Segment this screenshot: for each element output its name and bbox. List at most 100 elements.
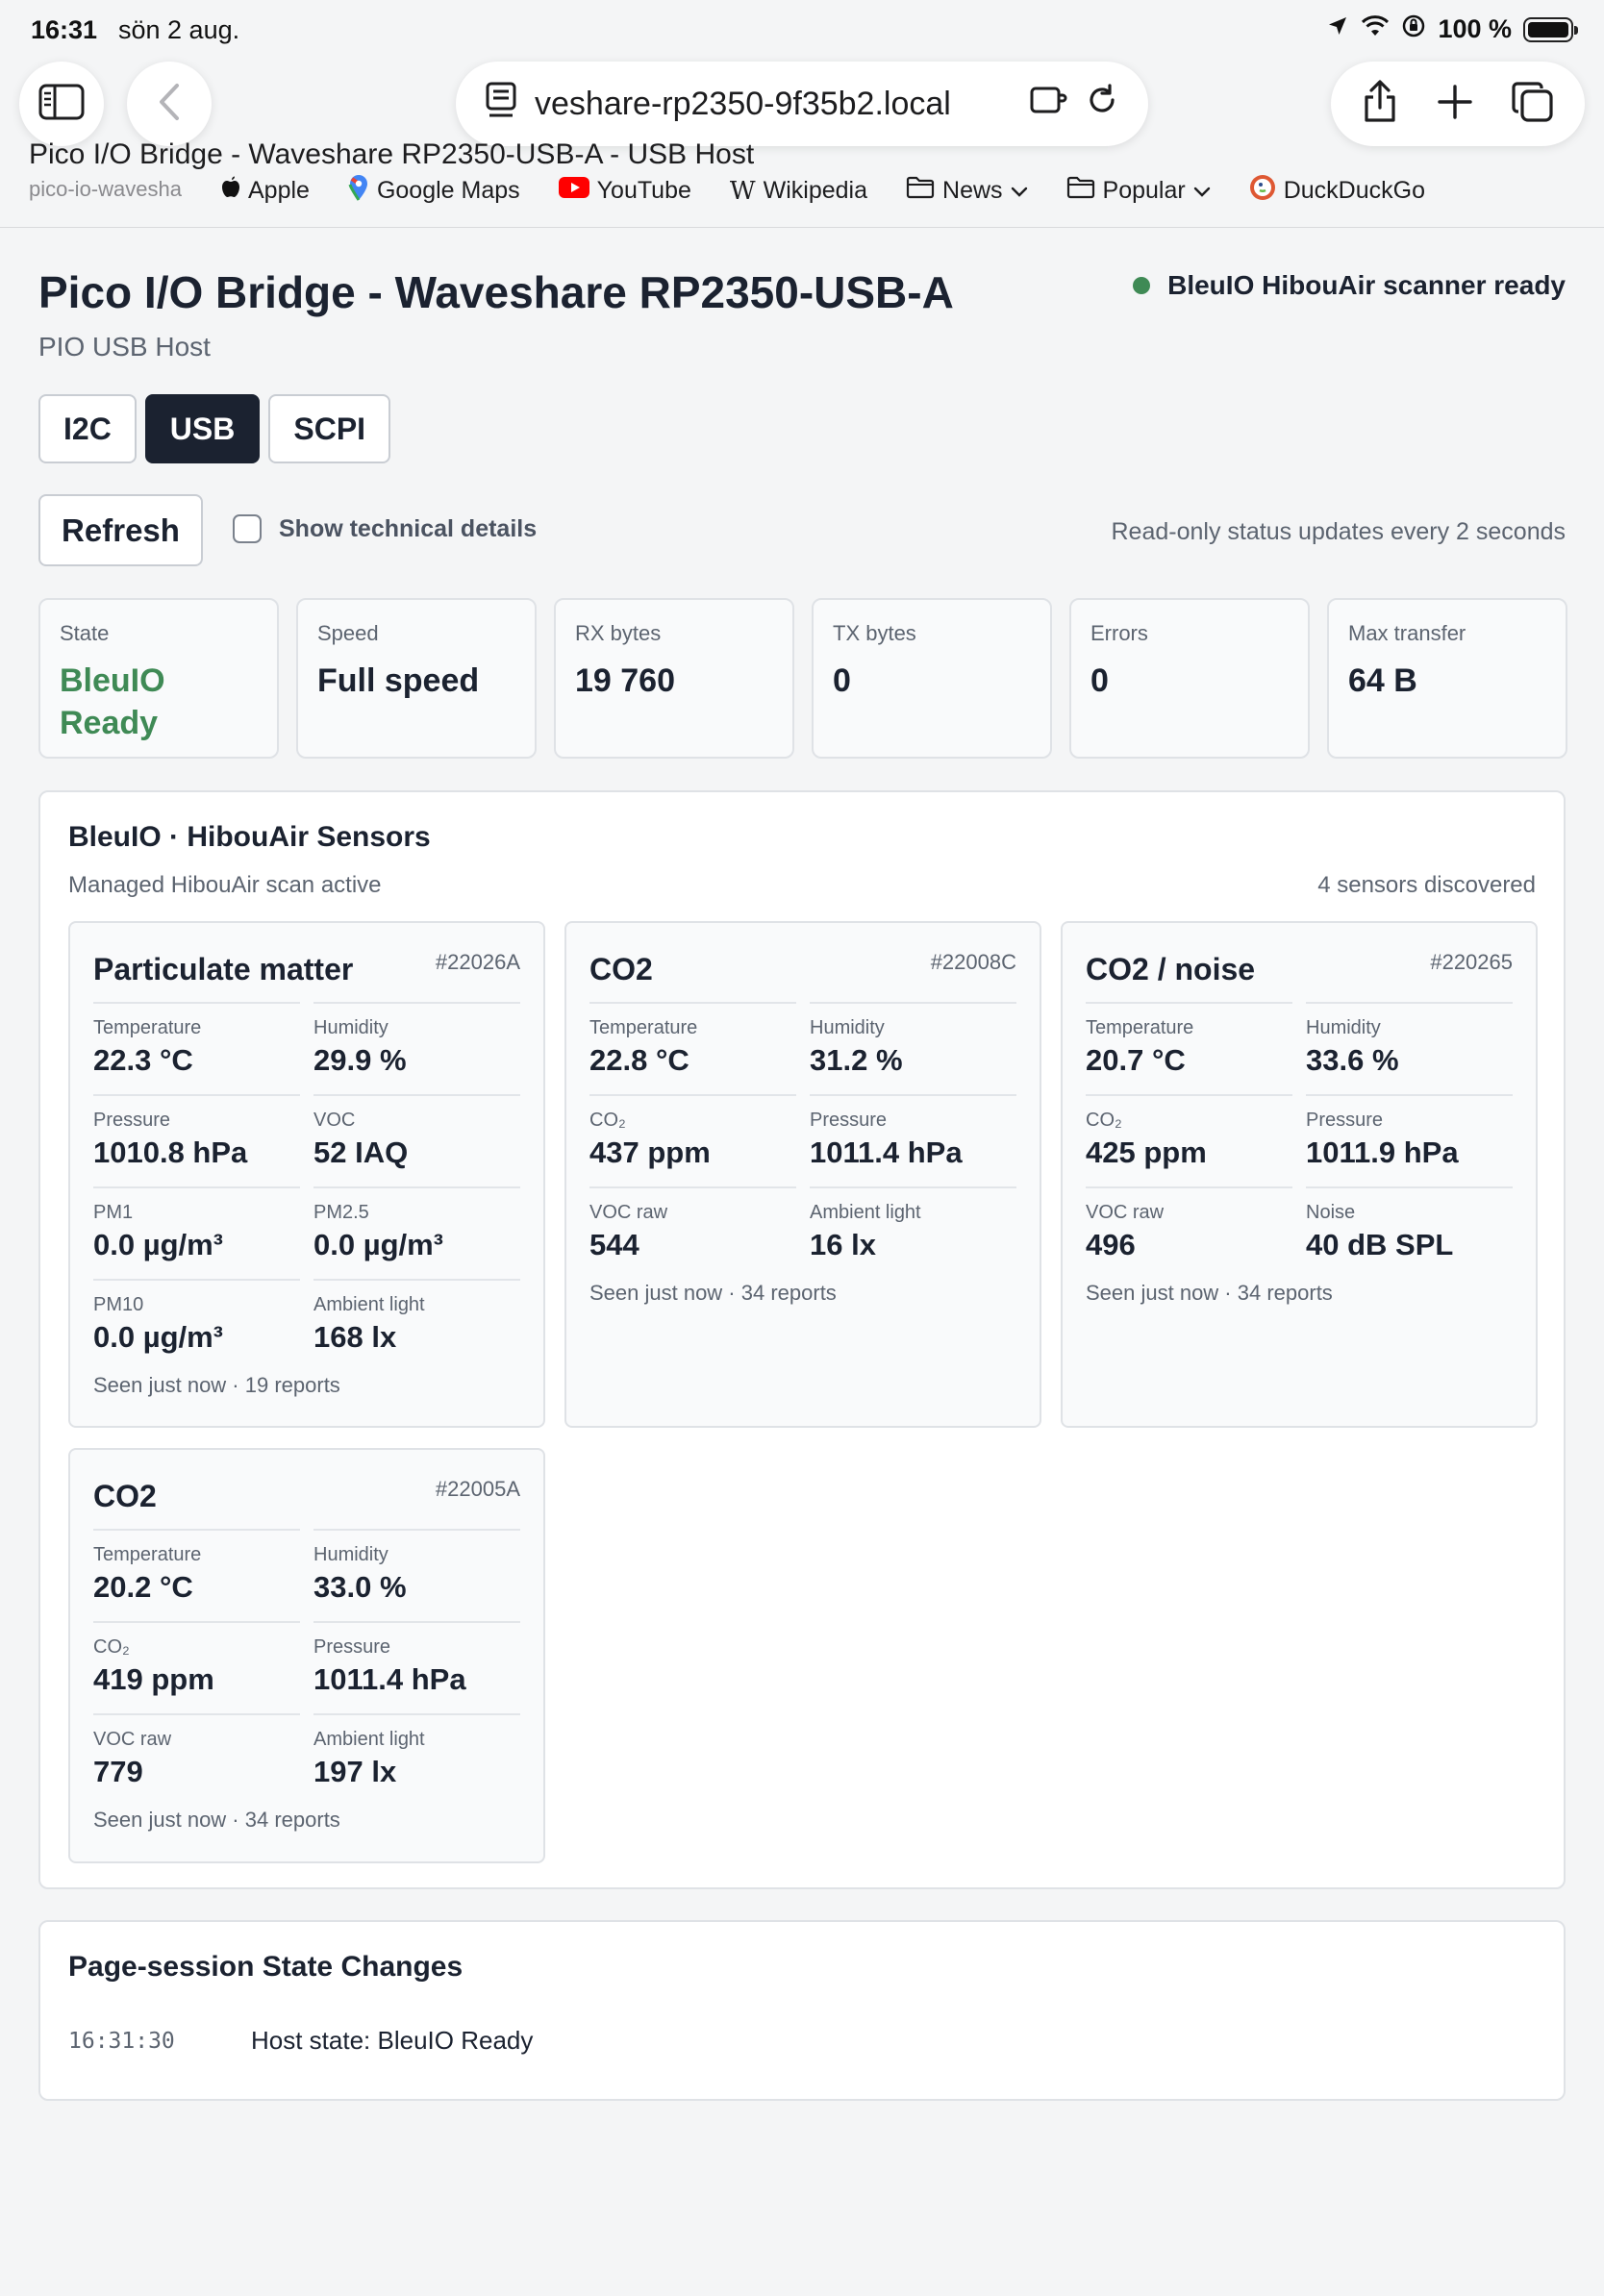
metric-value: 52 IAQ <box>313 1136 409 1169</box>
metric: VOC raw 544 <box>589 1186 796 1279</box>
sensor-footer: Seen just now · 19 reports <box>93 1373 340 1397</box>
sensor-metrics: Temperature 20.7 °C Humidity 33.6 % CO₂ 425… <box>1086 1002 1513 1279</box>
metric-label: Humidity <box>1306 1017 1381 1038</box>
stat-value: 19 760 <box>575 662 675 699</box>
folder-icon <box>906 176 935 206</box>
favorite-duckduckgo[interactable]: DuckDuckGo <box>1249 174 1425 208</box>
metric-value: 31.2 % <box>810 1043 903 1077</box>
sensor-card: CO2 / noise #220265 Temperature 20.7 °C H… <box>1061 921 1538 1428</box>
metric-value: 20.2 °C <box>93 1570 193 1604</box>
metric: Temperature 20.7 °C <box>1086 1002 1292 1094</box>
toolbar-actions <box>1331 62 1585 146</box>
status-bar: 16:31 sön 2 aug. 100 % <box>0 0 1604 62</box>
tab-usb[interactable]: USB <box>144 394 261 463</box>
metric-label: Humidity <box>810 1017 885 1038</box>
metric: Ambient light 197 lx <box>313 1713 520 1806</box>
metric-label: Pressure <box>313 1636 391 1658</box>
folder-icon <box>1066 176 1095 206</box>
metric-value: 1011.4 hPa <box>313 1662 466 1696</box>
technical-details-toggle[interactable]: Show technical details <box>233 514 537 543</box>
metric-label: Noise <box>1306 1202 1356 1223</box>
metric-label: VOC raw <box>93 1729 172 1750</box>
metric-label: VOC raw <box>589 1202 668 1223</box>
metric: PM2.5 0.0 µg/m³ <box>313 1186 520 1279</box>
metric: Noise 40 dB SPL <box>1306 1186 1513 1279</box>
favorite-apple[interactable]: Apple <box>221 176 310 206</box>
favorite-folder-news[interactable]: News <box>906 176 1028 206</box>
extension-icon[interactable] <box>1029 84 1067 125</box>
favorite-wikipedia[interactable]: W Wikipedia <box>730 177 867 206</box>
page-settings-icon[interactable] <box>485 81 517 128</box>
metric-value: 29.9 % <box>313 1043 407 1077</box>
favorites-bar: Apple Google Maps YouTube W Wikipedia Ne… <box>221 174 1425 208</box>
sensor-name: CO2 <box>589 952 653 986</box>
refresh-button[interactable]: Refresh <box>38 494 203 566</box>
sensor-card: CO2 #22005A Temperature 20.2 °C Humidity 3… <box>68 1448 545 1863</box>
favorite-label: Wikipedia <box>763 177 868 204</box>
stat-state: State BleuIO Ready <box>38 598 279 759</box>
metric-value: 496 <box>1086 1228 1136 1261</box>
metric-label: Pressure <box>93 1110 171 1131</box>
location-icon <box>1326 14 1349 44</box>
metric: CO₂ 425 ppm <box>1086 1094 1292 1186</box>
metric-label: Temperature <box>589 1017 698 1038</box>
favorite-youtube[interactable]: YouTube <box>558 177 691 205</box>
metric-label: Ambient light <box>313 1729 425 1750</box>
state-changes-panel: Page-session State Changes 16:31:30 Host… <box>38 1920 1566 2101</box>
sensor-metrics: Temperature 22.8 °C Humidity 31.2 % CO₂ 437… <box>589 1002 1016 1279</box>
chevron-down-icon <box>1011 177 1028 205</box>
metric: Humidity 33.0 % <box>313 1529 520 1621</box>
stat-label: Max transfer <box>1348 621 1466 645</box>
sidebar-toggle-button[interactable] <box>19 62 104 146</box>
metric: Temperature 22.3 °C <box>93 1002 300 1094</box>
log-entry: 16:31:30 Host state: BleuIO Ready <box>68 2026 533 2056</box>
stat-label: RX bytes <box>575 621 662 645</box>
metric: Pressure 1011.4 hPa <box>313 1621 520 1713</box>
page-title: Pico I/O Bridge - Waveshare RP2350-USB-A <box>38 267 954 317</box>
reload-icon[interactable] <box>1085 83 1119 126</box>
youtube-icon <box>558 177 589 205</box>
share-icon[interactable] <box>1361 79 1399 129</box>
metric-value: 0.0 µg/m³ <box>93 1320 224 1354</box>
tab-i2c[interactable]: I2C <box>38 394 137 463</box>
favorite-google-maps[interactable]: Google Maps <box>348 174 520 208</box>
metric-label: Temperature <box>1086 1017 1194 1038</box>
metric: Humidity 29.9 % <box>313 1002 520 1094</box>
metric-label: VOC <box>313 1110 356 1131</box>
sensor-id: #22005A <box>435 1477 520 1501</box>
metric-label: CO₂ <box>93 1636 130 1658</box>
metric: Ambient light 16 lx <box>810 1186 1016 1279</box>
metric-value: 33.6 % <box>1306 1043 1399 1077</box>
metric: Temperature 20.2 °C <box>93 1529 300 1621</box>
sensor-metrics: Temperature 22.3 °C Humidity 29.9 % Pressu… <box>93 1002 520 1371</box>
metric: VOC raw 496 <box>1086 1186 1292 1279</box>
new-tab-icon[interactable] <box>1437 84 1473 125</box>
tab-scpi[interactable]: SCPI <box>268 394 391 463</box>
metric-value: 425 ppm <box>1086 1136 1207 1169</box>
tabs-overview-icon[interactable] <box>1511 80 1555 129</box>
sensors-panel-title: BleuIO · HibouAir Sensors <box>68 821 431 853</box>
tab-title[interactable]: Pico I/O Bridge - Waveshare RP2350-USB-A… <box>29 138 754 171</box>
metric-label: Ambient light <box>313 1294 425 1315</box>
address-bar[interactable]: veshare-rp2350-9f35b2.local <box>456 62 1148 146</box>
status-time: 16:31 <box>31 15 98 44</box>
battery-percent: 100 % <box>1438 14 1512 43</box>
metric-value: 0.0 µg/m³ <box>313 1228 444 1261</box>
metric-value: 33.0 % <box>313 1570 407 1604</box>
metric: VOC 52 IAQ <box>313 1094 520 1186</box>
sensor-footer: Seen just now · 34 reports <box>589 1281 837 1305</box>
back-button[interactable] <box>127 62 212 146</box>
technical-details-checkbox[interactable] <box>233 514 262 543</box>
sensor-id: #220265 <box>1430 950 1513 974</box>
sensor-id: #22008C <box>930 950 1016 974</box>
stat-value: 0 <box>833 662 851 699</box>
url-text[interactable]: veshare-rp2350-9f35b2.local <box>535 86 1012 123</box>
rotation-lock-icon <box>1401 13 1426 45</box>
stat-label: Speed <box>317 621 379 645</box>
favorite-folder-popular[interactable]: Popular <box>1066 176 1211 206</box>
log-time: 16:31:30 <box>68 2028 175 2054</box>
scanner-status-text: BleuIO HibouAir scanner ready <box>1167 270 1566 300</box>
metric-label: Pressure <box>810 1110 888 1131</box>
metric-value: 40 dB SPL <box>1306 1228 1454 1261</box>
metric-value: 168 lx <box>313 1320 397 1354</box>
